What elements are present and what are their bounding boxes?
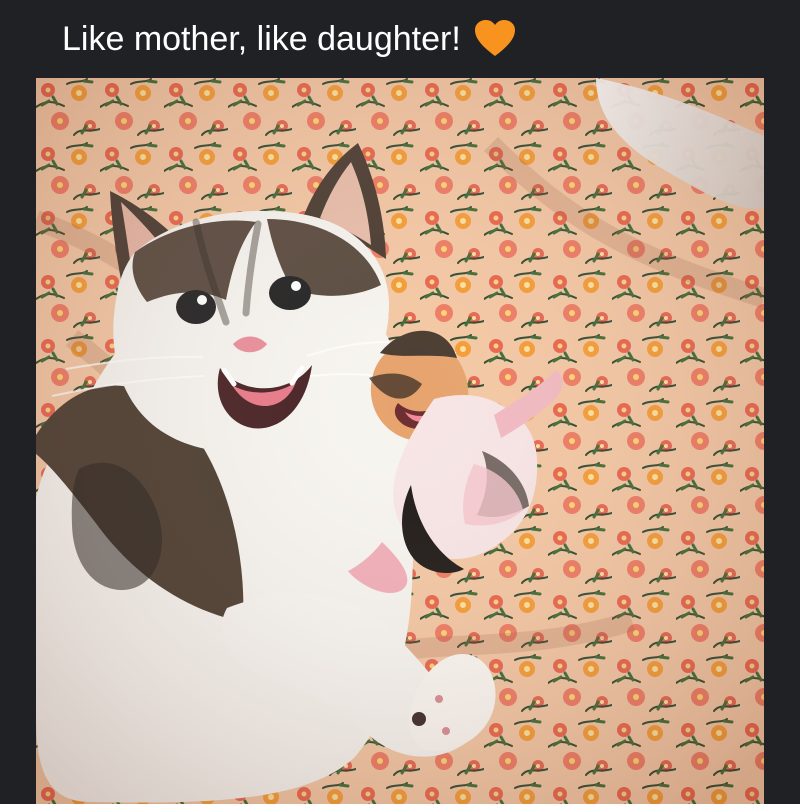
social-post: Like mother, like daughter!: [0, 0, 800, 804]
caption-text: Like mother, like daughter!: [62, 20, 461, 58]
post-caption: Like mother, like daughter!: [62, 14, 517, 64]
cat-and-kitten-photo: [36, 78, 764, 804]
orange-heart-icon: [474, 20, 515, 56]
post-image[interactable]: [36, 78, 764, 804]
